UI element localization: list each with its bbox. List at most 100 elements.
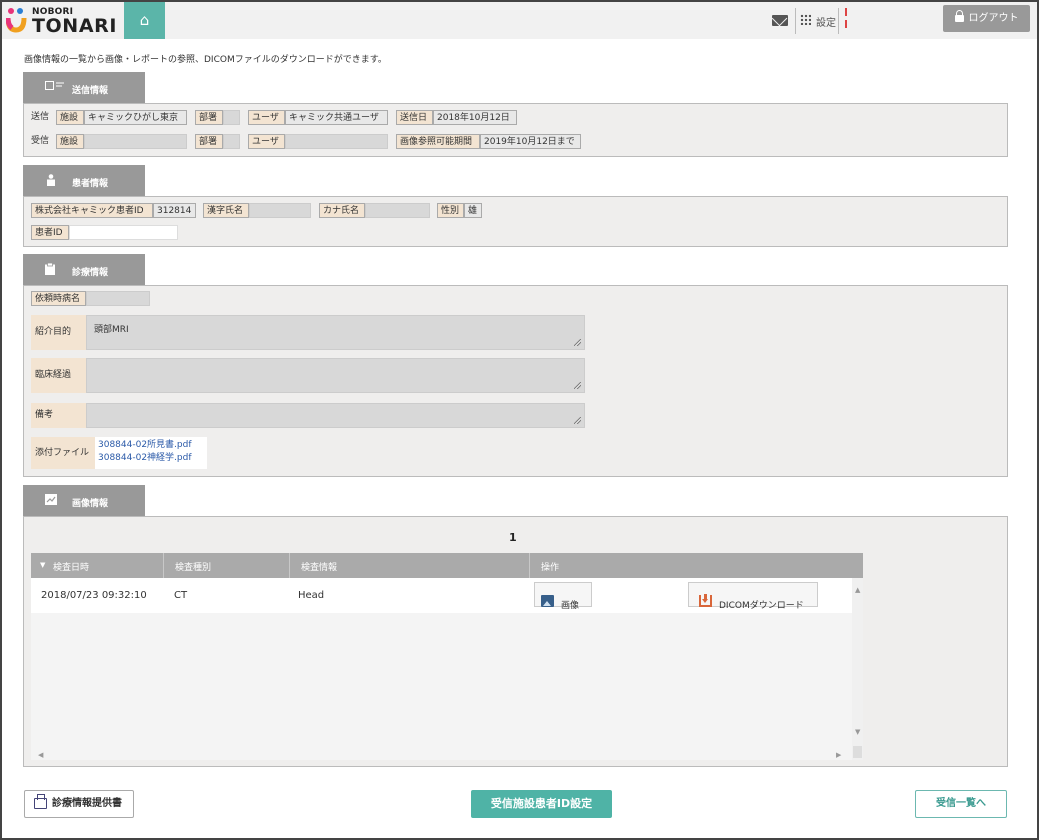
section-tab-image: 画像情報: [23, 485, 145, 516]
notes-label: 備考: [31, 403, 86, 428]
kanji-name-value: [249, 203, 311, 218]
section-tab-clinical: 診療情報: [23, 254, 145, 285]
scroll-up-icon[interactable]: ▲: [855, 586, 860, 594]
exam-datetime: 2018/07/23 09:32:10: [41, 590, 147, 601]
scroll-left-icon[interactable]: ◀: [38, 751, 43, 759]
sex-value: 雄: [464, 203, 482, 218]
home-icon: ⌂: [139, 11, 150, 29]
send-facility-label: 施設: [56, 110, 84, 125]
recv-user-value: [285, 134, 388, 149]
column-header-actions: 操作: [541, 563, 560, 573]
logout-button[interactable]: ログアウト: [943, 5, 1030, 32]
purpose-text: 頭部MRI: [94, 325, 129, 335]
exam-info: Head: [298, 590, 325, 601]
send-dept-value: [223, 110, 240, 125]
app-header: NOBORI TONARI ⌂ 設定 ログアウト: [2, 2, 1037, 39]
header-divider: [838, 8, 839, 34]
image-icon: [541, 595, 554, 607]
provide-document-label: 診療情報提供書: [52, 798, 122, 809]
kana-name-value: [365, 203, 430, 218]
resize-grip-icon[interactable]: [574, 339, 581, 346]
recv-dept-value: [223, 134, 240, 149]
sex-label: 性別: [437, 203, 464, 218]
recv-row-label: 受信: [31, 136, 50, 146]
grid-icon[interactable]: [800, 14, 811, 25]
send-date-value: 2018年10月12日: [433, 110, 517, 125]
download-icon: [699, 594, 712, 607]
send-row-label: 送信: [31, 112, 50, 122]
scrollbar-thumb[interactable]: [853, 746, 862, 758]
logo-mark-icon: [6, 8, 27, 33]
local-patient-id-input[interactable]: [69, 225, 178, 240]
attachment-list: 308844-02所見書.pdf 308844-02神経学.pdf: [95, 437, 207, 469]
back-to-list-button[interactable]: 受信一覧へ: [915, 790, 1007, 818]
send-dept-label: 部署: [195, 110, 223, 125]
column-header-info[interactable]: 検査情報: [301, 560, 337, 573]
page-description: 画像情報の一覧から画像・レポートの参照、DICOMファイルのダウンロードができま…: [24, 55, 387, 65]
disease-label: 依頼時病名: [31, 291, 86, 306]
section-title: 送信情報: [72, 86, 109, 96]
page-number[interactable]: 1: [509, 531, 517, 544]
header-divider: [795, 8, 796, 34]
recv-facility-label: 施設: [56, 134, 84, 149]
brand-logo[interactable]: NOBORI TONARI: [6, 5, 118, 37]
kana-name-label: カナ氏名: [319, 203, 365, 218]
clipboard-icon: [45, 263, 55, 275]
purpose-label: 紹介目的: [31, 315, 86, 350]
send-date-label: 送信日: [396, 110, 433, 125]
local-patient-id-label: 患者ID: [31, 225, 69, 240]
table-row: 2018/07/23 09:32:10 CT Head 画像 DICOMダウンロ…: [31, 578, 852, 613]
mail-icon[interactable]: [772, 15, 788, 26]
column-divider: [163, 553, 164, 578]
alert-marker: [845, 20, 847, 28]
kanji-name-label: 漢字氏名: [203, 203, 249, 218]
resize-grip-icon[interactable]: [574, 382, 581, 389]
recv-period-value: 2019年10月12日まで: [480, 134, 581, 149]
patient-id-label: 株式会社キャミック患者ID: [31, 203, 153, 218]
recv-dept-label: 部署: [195, 134, 223, 149]
patient-id-value: 312814: [153, 203, 196, 218]
recv-facility-value: [84, 134, 187, 149]
recv-period-label: 画像参照可能期間: [396, 134, 480, 149]
section-title: 画像情報: [72, 499, 109, 509]
recv-user-label: ユーザ: [248, 134, 285, 149]
send-user-label: ユーザ: [248, 110, 285, 125]
image-icon: [45, 494, 57, 505]
send-user-value: キャミック共通ユーザ: [285, 110, 388, 125]
dicom-download-label: DICOMダウンロード: [719, 601, 804, 611]
resize-grip-icon[interactable]: [574, 417, 581, 424]
view-image-label: 画像: [561, 601, 580, 611]
sort-down-icon[interactable]: ▼: [40, 561, 45, 569]
dicom-download-button[interactable]: DICOMダウンロード: [688, 582, 818, 611]
attachment-link[interactable]: 308844-02所見書.pdf: [98, 439, 204, 452]
lock-icon: [954, 10, 964, 22]
notes-textarea[interactable]: [86, 403, 585, 428]
send-facility-value: キャミックひがし東京: [84, 110, 187, 125]
settings-link[interactable]: 設定: [816, 14, 836, 29]
send-info-icon: [45, 81, 64, 90]
set-patient-id-button[interactable]: 受信施設患者ID設定: [471, 790, 612, 818]
attachment-label: 添付ファイル: [31, 437, 95, 469]
course-label: 臨床経過: [31, 358, 86, 393]
person-icon: [47, 174, 55, 186]
section-tab-patient: 患者情報: [23, 165, 145, 196]
exam-modality: CT: [174, 590, 188, 601]
table-header: ▼ 検査日時 検査種別 検査情報 操作: [31, 553, 863, 578]
column-divider: [289, 553, 290, 578]
purpose-textarea[interactable]: 頭部MRI: [86, 315, 585, 350]
column-header-datetime[interactable]: 検査日時: [53, 560, 89, 573]
column-header-modality[interactable]: 検査種別: [175, 560, 211, 573]
view-image-button[interactable]: 画像: [534, 582, 592, 611]
provide-document-button[interactable]: 診療情報提供書: [24, 790, 134, 818]
print-icon: [34, 794, 47, 809]
scroll-right-icon[interactable]: ▶: [836, 751, 841, 759]
logout-label: ログアウト: [968, 13, 1019, 24]
exam-table-body[interactable]: 2018/07/23 09:32:10 CT Head 画像 DICOMダウンロ…: [31, 578, 863, 760]
home-button[interactable]: ⌂: [124, 2, 165, 39]
alert-marker: [845, 8, 847, 16]
attachment-link[interactable]: 308844-02神経学.pdf: [98, 452, 204, 465]
section-title: 患者情報: [72, 179, 109, 189]
brand-name-big: TONARI: [32, 15, 118, 37]
course-textarea[interactable]: [86, 358, 585, 393]
scroll-down-icon[interactable]: ▼: [855, 728, 860, 736]
